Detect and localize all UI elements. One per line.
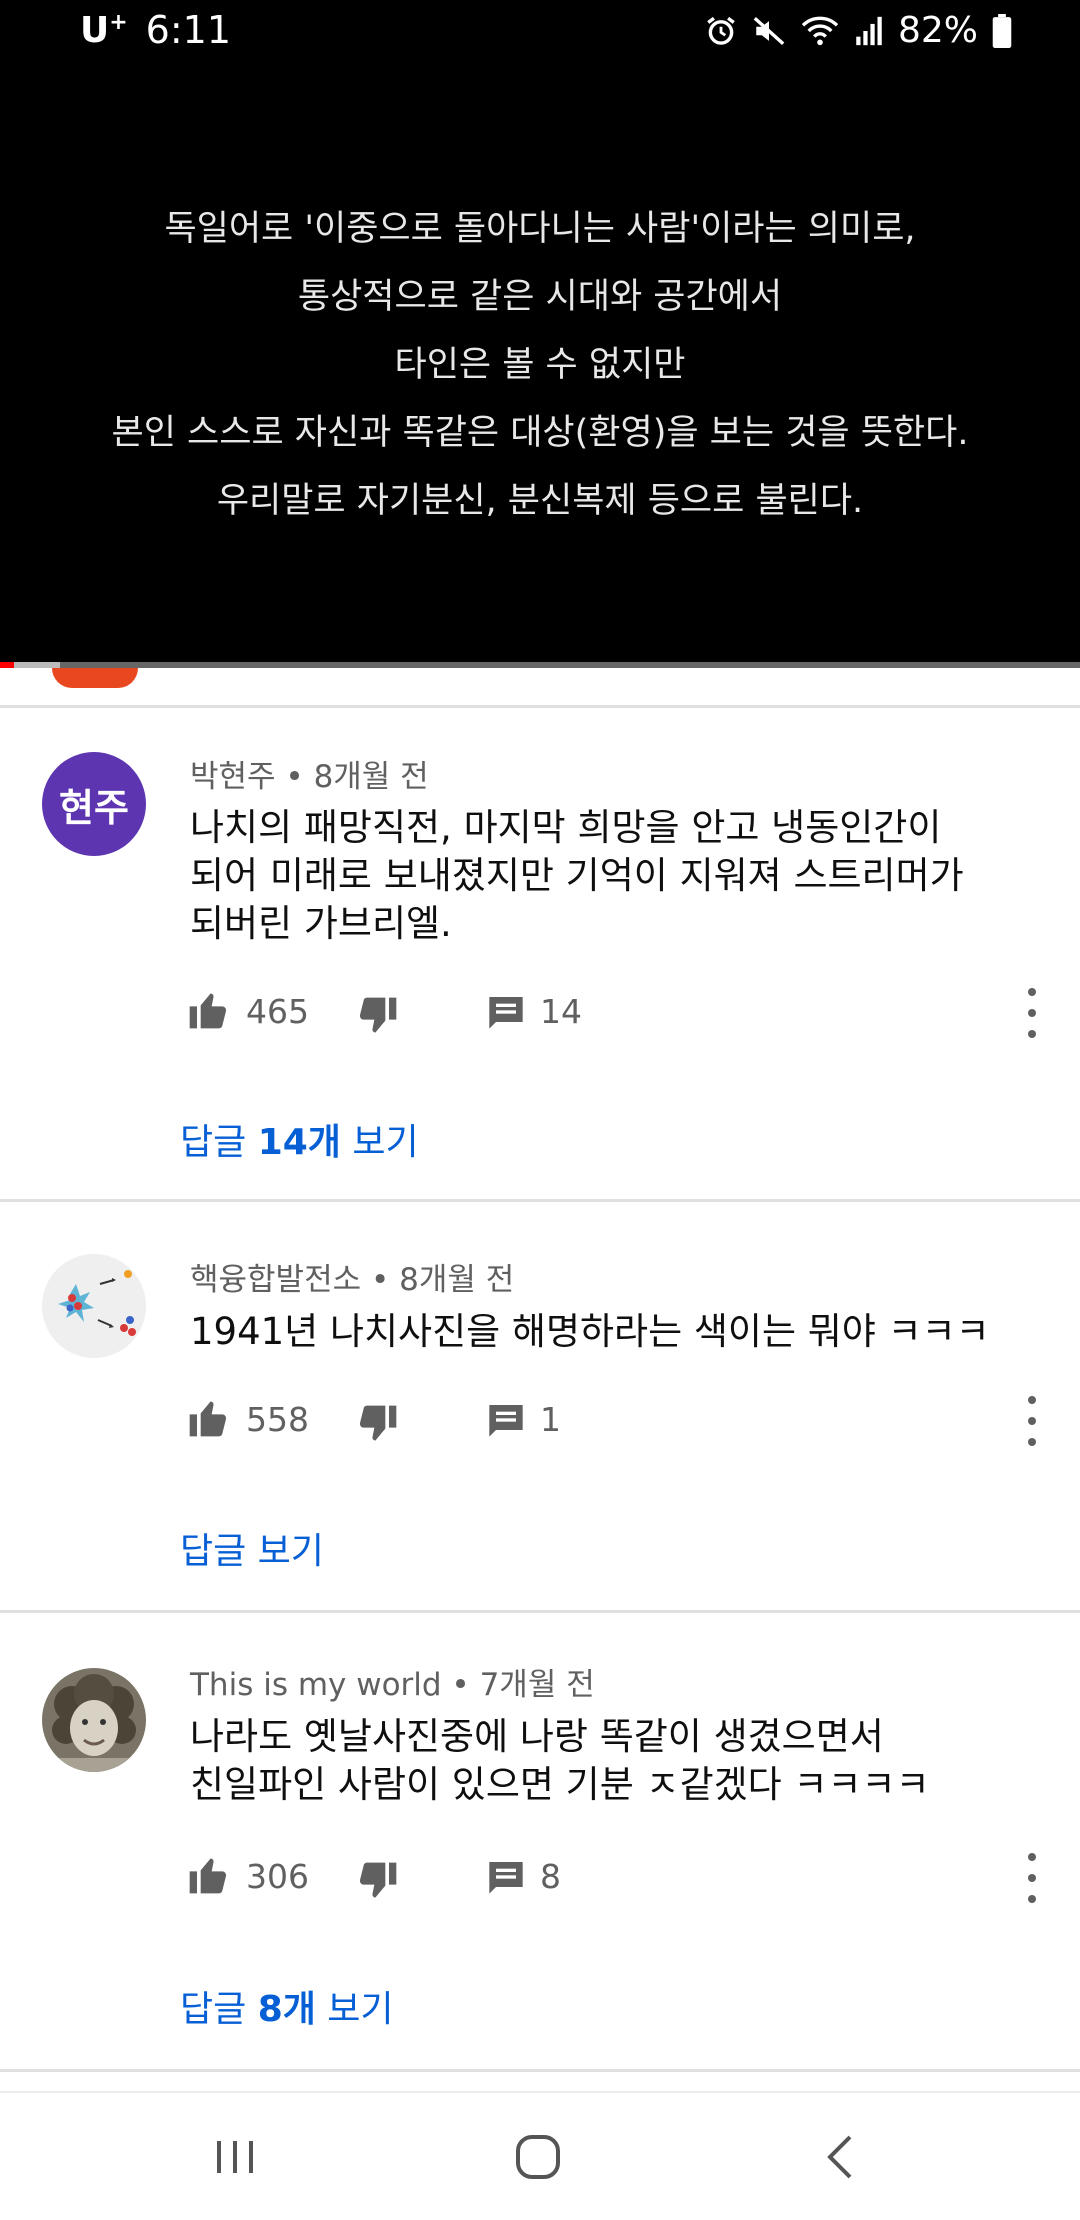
comment-actions: 558 1 bbox=[186, 1396, 1056, 1446]
comment-time: 7개월 전 bbox=[479, 1667, 595, 1703]
battery-percent: 82% bbox=[897, 10, 978, 51]
wifi-icon bbox=[800, 14, 840, 48]
view-replies-prefix: 답글 bbox=[180, 1989, 258, 2030]
reply-button[interactable] bbox=[486, 1857, 526, 1901]
author-name[interactable]: 박현주 bbox=[190, 759, 276, 795]
status-bar: U+ 6:11 82% bbox=[0, 0, 1080, 64]
view-replies-link[interactable]: 답글 8개 보기 bbox=[180, 1980, 394, 2032]
video-progress-bar[interactable] bbox=[0, 662, 1080, 668]
more-options-icon[interactable] bbox=[1022, 1396, 1042, 1446]
home-icon[interactable] bbox=[478, 2094, 598, 2220]
thumbs-down-icon bbox=[359, 1405, 397, 1441]
view-replies-link[interactable]: 답글 14개 보기 bbox=[180, 1113, 419, 1165]
alarm-icon bbox=[704, 14, 738, 48]
signal-icon bbox=[854, 14, 884, 48]
view-replies-suffix: 보기 bbox=[315, 1989, 394, 2030]
video-subtitles: 독일어로 '이중으로 돌아다니는 사람'이라는 의미로, 통상적으로 같은 시대… bbox=[0, 195, 1080, 535]
comment-line: 친일파인 사람이 있으면 기분 ㅈ같겠다 ㅋㅋㅋㅋ bbox=[190, 1763, 930, 1806]
reply-count: 14 bbox=[540, 992, 582, 1031]
battery-icon bbox=[992, 13, 1012, 48]
comment-text: 나치의 패망직전, 마지막 희망을 안고 냉동인간이 되어 미래로 보내졌지만 … bbox=[190, 804, 1030, 948]
comment-line: 되어 미래로 보내졌지만 기억이 지워져 스트리머가 bbox=[190, 854, 964, 897]
fusion-diagram-icon bbox=[42, 1254, 146, 1358]
comment-line: 1941년 나치사진을 해명하라는 색이는 뭐야 ㅋㅋㅋ bbox=[190, 1310, 990, 1353]
comment-time: 8개월 전 bbox=[399, 1262, 515, 1298]
comment-icon bbox=[489, 1405, 523, 1437]
comment-text: 1941년 나치사진을 해명하라는 색이는 뭐야 ㅋㅋㅋ bbox=[190, 1308, 1030, 1356]
divider bbox=[0, 2091, 1080, 2093]
like-button[interactable] bbox=[186, 988, 230, 1032]
portrait-photo-icon bbox=[42, 1668, 146, 1772]
reply-button[interactable] bbox=[486, 1400, 526, 1444]
meta-separator: • bbox=[275, 759, 314, 795]
reply-count: 8 bbox=[540, 1857, 561, 1896]
author-name[interactable]: This is my world bbox=[190, 1667, 442, 1703]
subtitle-line: 독일어로 '이중으로 돌아다니는 사람'이라는 의미로, bbox=[164, 209, 916, 249]
comment-meta: This is my world • 7개월 전 bbox=[190, 1659, 595, 1704]
view-replies-link[interactable]: 답글 보기 bbox=[180, 1522, 324, 1574]
comment-line: 되버린 가브리엘. bbox=[190, 902, 452, 945]
mute-icon bbox=[752, 14, 786, 48]
meta-separator: • bbox=[361, 1262, 400, 1298]
subtitle-line: 타인은 볼 수 없지만 bbox=[394, 345, 686, 385]
comment-text: 나라도 옛날사진중에 나랑 똑같이 생겼으면서 친일파인 사람이 있으면 기분 … bbox=[190, 1713, 1030, 1809]
avatar[interactable] bbox=[42, 1668, 146, 1772]
thumbs-up-icon bbox=[189, 1401, 227, 1437]
view-replies-count: 14개 bbox=[257, 1122, 341, 1163]
thumbs-up-icon bbox=[189, 1858, 227, 1894]
clock: 6:11 bbox=[145, 8, 232, 52]
like-count: 558 bbox=[246, 1400, 309, 1439]
recents-icon[interactable] bbox=[175, 2094, 295, 2220]
carrier-label: U+ bbox=[80, 9, 128, 51]
comment-meta: 박현주 • 8개월 전 bbox=[190, 751, 429, 796]
comment-item: 현주 박현주 • 8개월 전 나치의 패망직전, 마지막 희망을 안고 냉동인간… bbox=[0, 708, 1080, 1200]
system-navigation-bar bbox=[0, 2094, 1080, 2220]
back-icon[interactable] bbox=[780, 2094, 900, 2220]
comment-icon bbox=[489, 997, 523, 1029]
thumbs-down-icon bbox=[359, 1862, 397, 1898]
avatar-initials: 현주 bbox=[59, 785, 129, 830]
comment-meta: 핵융합발전소 • 8개월 전 bbox=[190, 1254, 514, 1299]
scrub-handle[interactable] bbox=[52, 668, 138, 688]
reply-button[interactable] bbox=[486, 992, 526, 1036]
like-count: 306 bbox=[246, 1857, 309, 1896]
video-player[interactable]: U+ 6:11 82% 독일어로 '이중으로 돌아다니는 사람'이라는 의미로,… bbox=[0, 0, 1080, 668]
meta-separator: • bbox=[441, 1667, 480, 1703]
avatar[interactable] bbox=[42, 1254, 146, 1358]
comment-item: This is my world • 7개월 전 나라도 옛날사진중에 나랑 똑… bbox=[0, 1613, 1080, 2069]
thumbs-down-icon bbox=[359, 997, 397, 1033]
divider bbox=[0, 2069, 1080, 2072]
like-count: 465 bbox=[246, 992, 309, 1031]
avatar[interactable]: 현주 bbox=[42, 752, 146, 856]
like-button[interactable] bbox=[186, 1396, 230, 1440]
comment-time: 8개월 전 bbox=[313, 759, 429, 795]
reply-count: 1 bbox=[540, 1400, 561, 1439]
comment-line: 나라도 옛날사진중에 나랑 똑같이 생겼으면서 bbox=[190, 1715, 884, 1758]
like-button[interactable] bbox=[186, 1853, 230, 1897]
dislike-button[interactable] bbox=[356, 1859, 400, 1907]
more-options-icon[interactable] bbox=[1022, 988, 1042, 1038]
subtitle-line: 통상적으로 같은 시대와 공간에서 bbox=[297, 277, 783, 317]
view-replies-prefix: 답글 보기 bbox=[180, 1531, 324, 1572]
more-options-icon[interactable] bbox=[1022, 1853, 1042, 1903]
dislike-button[interactable] bbox=[356, 1402, 400, 1450]
view-replies-count: 8개 bbox=[257, 1989, 316, 2030]
comment-item: 핵융합발전소 • 8개월 전 1941년 나치사진을 해명하라는 색이는 뭐야 … bbox=[0, 1202, 1080, 1610]
subtitle-line: 본인 스스로 자신과 똑같은 대상(환영)을 보는 것을 뜻한다. bbox=[111, 413, 969, 453]
subtitle-line: 우리말로 자기분신, 분신복제 등으로 불린다. bbox=[216, 481, 864, 521]
comment-actions: 465 14 bbox=[186, 988, 1056, 1038]
author-name[interactable]: 핵융합발전소 bbox=[190, 1262, 361, 1298]
view-replies-suffix: 보기 bbox=[340, 1122, 419, 1163]
progress-fill bbox=[0, 662, 15, 668]
dislike-button[interactable] bbox=[356, 994, 400, 1042]
view-replies-prefix: 답글 bbox=[180, 1122, 258, 1163]
comment-line: 나치의 패망직전, 마지막 희망을 안고 냉동인간이 bbox=[190, 806, 942, 849]
comment-icon bbox=[489, 1862, 523, 1894]
comment-actions: 306 8 bbox=[186, 1853, 1056, 1903]
thumbs-up-icon bbox=[189, 993, 227, 1029]
